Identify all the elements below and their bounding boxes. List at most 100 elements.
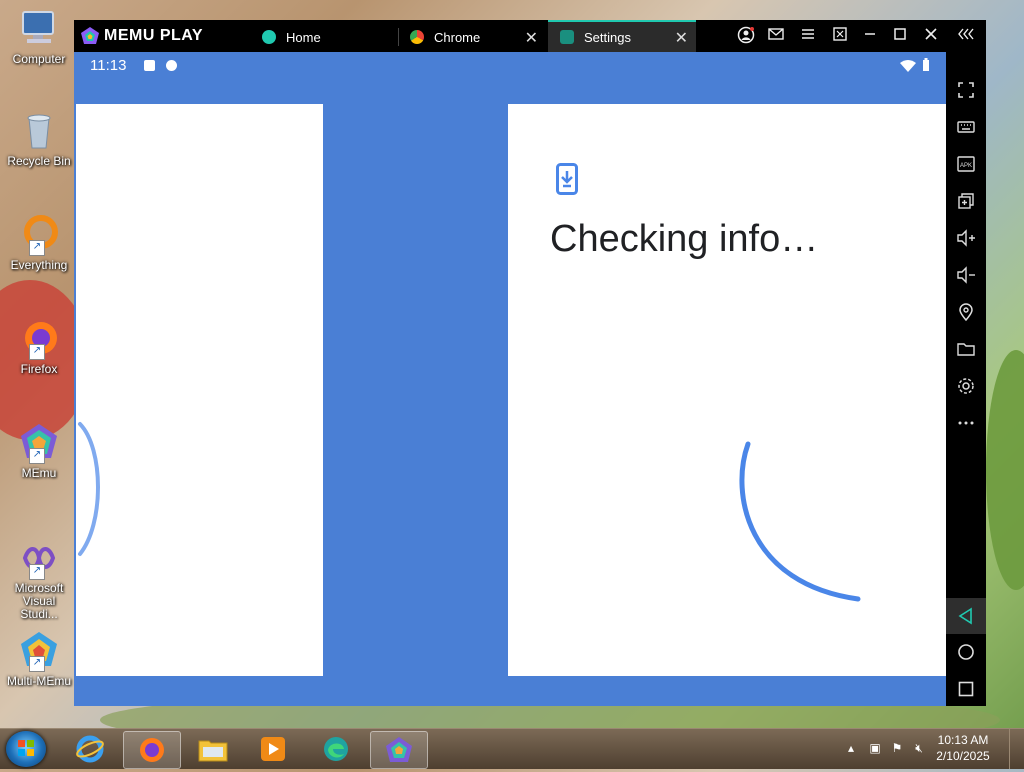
start-button[interactable] [6,731,46,767]
tab-home[interactable]: Home [250,22,398,52]
multi-window-icon[interactable] [946,183,986,219]
minimize-icon[interactable] [860,26,880,46]
visual-studio-icon: ↗ [19,538,59,580]
firefox-icon: ↗ [19,318,59,360]
internet-explorer-icon [76,735,104,763]
tray-clock[interactable]: 10:13 AM 2/10/2025 [928,732,998,764]
tab-chrome[interactable]: Chrome ✕ [398,22,546,52]
phone-download-icon [556,163,578,195]
desktop-icon-recycle-bin[interactable]: Recycle Bin [4,110,74,168]
settings-gear-icon[interactable] [946,368,986,404]
memu-home-icon [262,30,276,44]
home-icon[interactable] [946,634,986,670]
android-status-bar: 11:13 [74,52,946,82]
windows-taskbar: ▴ ▣ ⚑ 🔇︎ 10:13 AM 2/10/2025 [0,728,1024,769]
taskbar-media-player[interactable] [245,731,301,767]
apk-icon[interactable]: APK [946,146,986,182]
desktop-icon-firefox[interactable]: ↗ Firefox [4,318,74,376]
windows-logo-icon [18,740,34,756]
desktop-icon-label: Recycle Bin [7,154,71,168]
tab-label: Settings [584,29,631,45]
action-center-flag-icon[interactable]: ⚑ [890,741,904,755]
shortcut-arrow-icon: ↗ [29,564,45,580]
chrome-icon [410,30,424,44]
system-tray: ▴ ▣ ⚑ 🔇︎ 10:13 AM 2/10/2025 [834,729,1024,769]
previous-page-panel [76,104,323,676]
account-icon[interactable] [736,26,756,46]
media-player-icon [261,737,285,761]
mail-icon[interactable] [766,26,786,46]
memu-logo: MEMU PLAY [80,26,203,46]
title-bar[interactable]: MEMU PLAY Home Chrome ✕ Settings ✕ [74,20,986,52]
desktop-icon-multi-memu[interactable]: ↗ Multi-MEmu [4,630,74,688]
network-icon[interactable]: ▣ [868,741,882,755]
memu-logo-icon [81,27,99,44]
close-icon[interactable]: ✕ [675,28,688,48]
everything-search-icon: ↗ [19,214,59,256]
status-clock: 11:13 [90,57,127,74]
shortcut-arrow-icon: ↗ [29,240,45,256]
battery-icon [923,58,929,71]
volume-down-icon[interactable] [946,257,986,293]
desktop-icon-visual-studio[interactable]: ↗ Microsoft Visual Studi... [4,538,74,621]
file-explorer-icon [198,740,228,762]
screen-mode-icon[interactable] [830,26,850,46]
desktop-icon-label: Computer [12,52,66,66]
taskbar-file-explorer[interactable] [185,731,241,767]
show-hidden-icons-icon[interactable]: ▴ [844,741,858,755]
apk-label: APK [960,163,972,169]
computer-icon [19,8,59,48]
desktop-icon-computer[interactable]: Computer [4,8,74,66]
tray-date: 2/10/2025 [936,749,990,763]
tab-label: Home [286,29,321,45]
memu-side-toolbar: APK [946,52,986,706]
memu-icon [386,737,412,762]
play-protect-icon [166,60,177,71]
maximize-icon[interactable] [890,26,910,46]
more-icon[interactable] [946,405,986,441]
settings-icon [560,30,574,44]
taskbar-memu[interactable] [370,731,428,769]
location-icon[interactable] [946,294,986,330]
menu-icon[interactable] [798,26,818,46]
android-screen: Checking info… [74,82,946,706]
close-icon[interactable]: ✕ [525,28,538,48]
wifi-icon [900,60,916,72]
desktop-icon-label: Multi-MEmu [6,674,71,688]
shortcut-arrow-icon: ↗ [29,344,45,360]
folder-icon[interactable] [946,331,986,367]
desktop-icon-label: Everything [10,258,68,272]
shortcut-arrow-icon: ↗ [29,448,45,464]
tab-label: Chrome [434,29,481,45]
memu-window: MEMU PLAY Home Chrome ✕ Settings ✕ 11:13… [74,20,986,706]
fullscreen-icon[interactable] [946,72,986,108]
notification-a-icon [144,60,155,71]
taskbar-edge[interactable] [308,731,364,767]
desktop-icon-label: Firefox [20,362,58,376]
back-icon[interactable] [946,598,986,634]
desktop-icon-label: MEmu [21,466,57,480]
show-desktop-button[interactable] [1009,729,1024,769]
edge-icon [324,737,348,761]
memu-icon: ↗ [19,422,59,464]
desktop-icon-label: Microsoft Visual Studi... [14,581,64,621]
tab-settings[interactable]: Settings ✕ [548,20,696,52]
recycle-bin-icon [19,110,59,150]
brand-text: MEMU PLAY [104,27,204,44]
multi-memu-icon: ↗ [19,630,59,672]
desktop-icon-memu[interactable]: ↗ MEmu [4,422,74,480]
volume-up-icon[interactable] [946,220,986,256]
loading-spinner [739,441,861,602]
volume-muted-icon[interactable]: 🔇︎ [912,741,926,755]
taskbar-firefox[interactable] [123,731,181,769]
wallpaper-shape [986,350,1024,590]
taskbar-internet-explorer[interactable] [62,731,118,767]
desktop-icon-everything[interactable]: ↗ Everything [4,214,74,272]
keyboard-icon[interactable] [946,109,986,145]
close-icon[interactable] [921,26,941,46]
collapse-toolbar-icon[interactable] [956,26,976,46]
firefox-icon [140,738,164,762]
recents-icon[interactable] [946,671,986,707]
loading-spinner [78,422,100,556]
page-title: Checking info… [550,218,819,260]
